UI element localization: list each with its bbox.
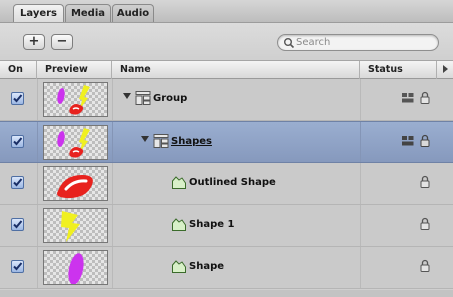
tab-audio[interactable]: Audio — [112, 4, 154, 22]
tab-layers[interactable]: Layers — [13, 4, 64, 22]
lock-icon[interactable] — [420, 217, 430, 230]
disclosure-triangle-icon[interactable] — [141, 136, 149, 142]
column-on[interactable]: On — [0, 61, 37, 79]
layer-stack-icon — [402, 136, 414, 146]
layers-toolbar: + − Search — [0, 22, 453, 61]
lock-icon[interactable] — [420, 91, 430, 104]
layer-name[interactable]: Shapes — [171, 136, 212, 147]
layer-preview-thumbnail — [43, 166, 108, 201]
group-icon — [135, 91, 151, 105]
layer-preview-thumbnail — [43, 82, 108, 117]
layer-row-shapes[interactable]: Shapes — [0, 121, 453, 163]
column-status[interactable]: Status — [360, 61, 437, 79]
lock-icon[interactable] — [420, 259, 430, 272]
layer-preview-thumbnail — [43, 125, 108, 160]
group-icon — [153, 134, 169, 148]
layer-visibility-checkbox[interactable] — [11, 135, 24, 148]
tab-media[interactable]: Media — [65, 4, 111, 22]
lock-icon[interactable] — [420, 134, 430, 147]
layer-visibility-checkbox[interactable] — [11, 218, 24, 231]
shape-icon — [172, 260, 186, 273]
list-bottom-edge — [0, 290, 453, 297]
layer-visibility-checkbox[interactable] — [11, 176, 24, 189]
tab-bar: Layers Media Audio — [0, 0, 453, 22]
remove-layer-button[interactable]: − — [51, 34, 73, 50]
layer-preview-thumbnail — [43, 250, 108, 285]
add-layer-button[interactable]: + — [23, 34, 45, 50]
shape-icon — [172, 218, 186, 231]
layer-name[interactable]: Shape — [189, 261, 224, 272]
search-placeholder: Search — [296, 37, 331, 48]
layer-visibility-checkbox[interactable] — [11, 260, 24, 273]
lock-icon[interactable] — [420, 175, 430, 188]
column-preview[interactable]: Preview — [37, 61, 112, 79]
layer-row-group[interactable]: Group — [0, 79, 453, 121]
layer-stack-icon — [402, 93, 414, 103]
disclosure-triangle-icon[interactable] — [123, 93, 131, 99]
shape-icon — [172, 176, 186, 189]
layer-name[interactable]: Group — [153, 93, 187, 104]
column-name[interactable]: Name — [112, 61, 360, 79]
layer-visibility-checkbox[interactable] — [11, 92, 24, 105]
layer-preview-thumbnail — [43, 208, 108, 243]
search-field[interactable]: Search — [277, 34, 439, 51]
more-columns-icon[interactable] — [443, 65, 448, 73]
layer-row-outlined-shape[interactable]: Outlined Shape — [0, 163, 453, 205]
search-icon — [284, 38, 295, 49]
layer-list: Group Shapes Outlined Shape Shape 1 Shap… — [0, 79, 453, 297]
layer-name[interactable]: Outlined Shape — [189, 177, 276, 188]
layers-panel: Layers Media Audio + − Search On Preview… — [0, 0, 453, 297]
column-header: On Preview Name Status — [0, 60, 453, 79]
layer-name[interactable]: Shape 1 — [189, 219, 234, 230]
layer-row-shape-1[interactable]: Shape 1 — [0, 205, 453, 247]
layer-row-shape[interactable]: Shape — [0, 247, 453, 289]
